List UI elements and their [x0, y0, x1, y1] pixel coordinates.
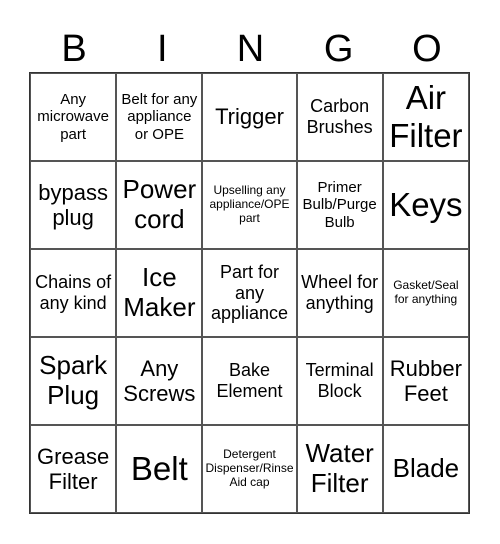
- bingo-cell[interactable]: Primer Bulb/Purge Bulb: [296, 161, 383, 249]
- header-letter-b: B: [61, 28, 87, 70]
- header-letter-g: G: [323, 28, 354, 70]
- bingo-cell[interactable]: Keys: [382, 161, 469, 249]
- header-letter-i: I: [157, 28, 168, 70]
- bingo-cell[interactable]: Bake Element: [202, 337, 297, 425]
- bingo-cell[interactable]: Water Filter: [296, 425, 383, 513]
- bingo-cell[interactable]: Any microwave part: [30, 73, 117, 161]
- header-letter-o: O: [412, 28, 442, 70]
- bingo-cell[interactable]: Ice Maker: [116, 249, 203, 337]
- bingo-cell[interactable]: Upselling any appliance/OPE part: [202, 161, 297, 249]
- bingo-cell[interactable]: Belt for any appliance or OPE: [116, 73, 203, 161]
- bingo-cell[interactable]: Detergent Dispenser/Rinse Aid cap: [202, 425, 297, 513]
- bingo-cell[interactable]: Blade: [382, 425, 469, 513]
- bingo-cell[interactable]: Belt: [116, 425, 203, 513]
- bingo-cell[interactable]: Grease Filter: [30, 425, 117, 513]
- bingo-cell[interactable]: Chains of any kind: [30, 249, 117, 337]
- bingo-cell[interactable]: Carbon Brushes: [296, 73, 383, 161]
- bingo-cell[interactable]: Spark Plug: [30, 337, 117, 425]
- bingo-header: B I N G O: [30, 26, 471, 72]
- bingo-cell[interactable]: Air Filter: [382, 73, 469, 161]
- bingo-cell[interactable]: Terminal Block: [296, 337, 383, 425]
- bingo-cell[interactable]: bypass plug: [30, 161, 117, 249]
- bingo-cell[interactable]: Trigger: [202, 73, 297, 161]
- bingo-cell[interactable]: Any Screws: [116, 337, 203, 425]
- bingo-cell[interactable]: Wheel for anything: [296, 249, 383, 337]
- bingo-cell[interactable]: Part for any appliance: [202, 249, 297, 337]
- header-letter-n: N: [236, 28, 265, 70]
- bingo-cell[interactable]: Power cord: [116, 161, 203, 249]
- bingo-cell[interactable]: Gasket/Seal for anything: [382, 249, 469, 337]
- bingo-grid: Any microwave part Belt for any appliance…: [29, 72, 470, 514]
- bingo-cell[interactable]: Rubber Feet: [382, 337, 469, 425]
